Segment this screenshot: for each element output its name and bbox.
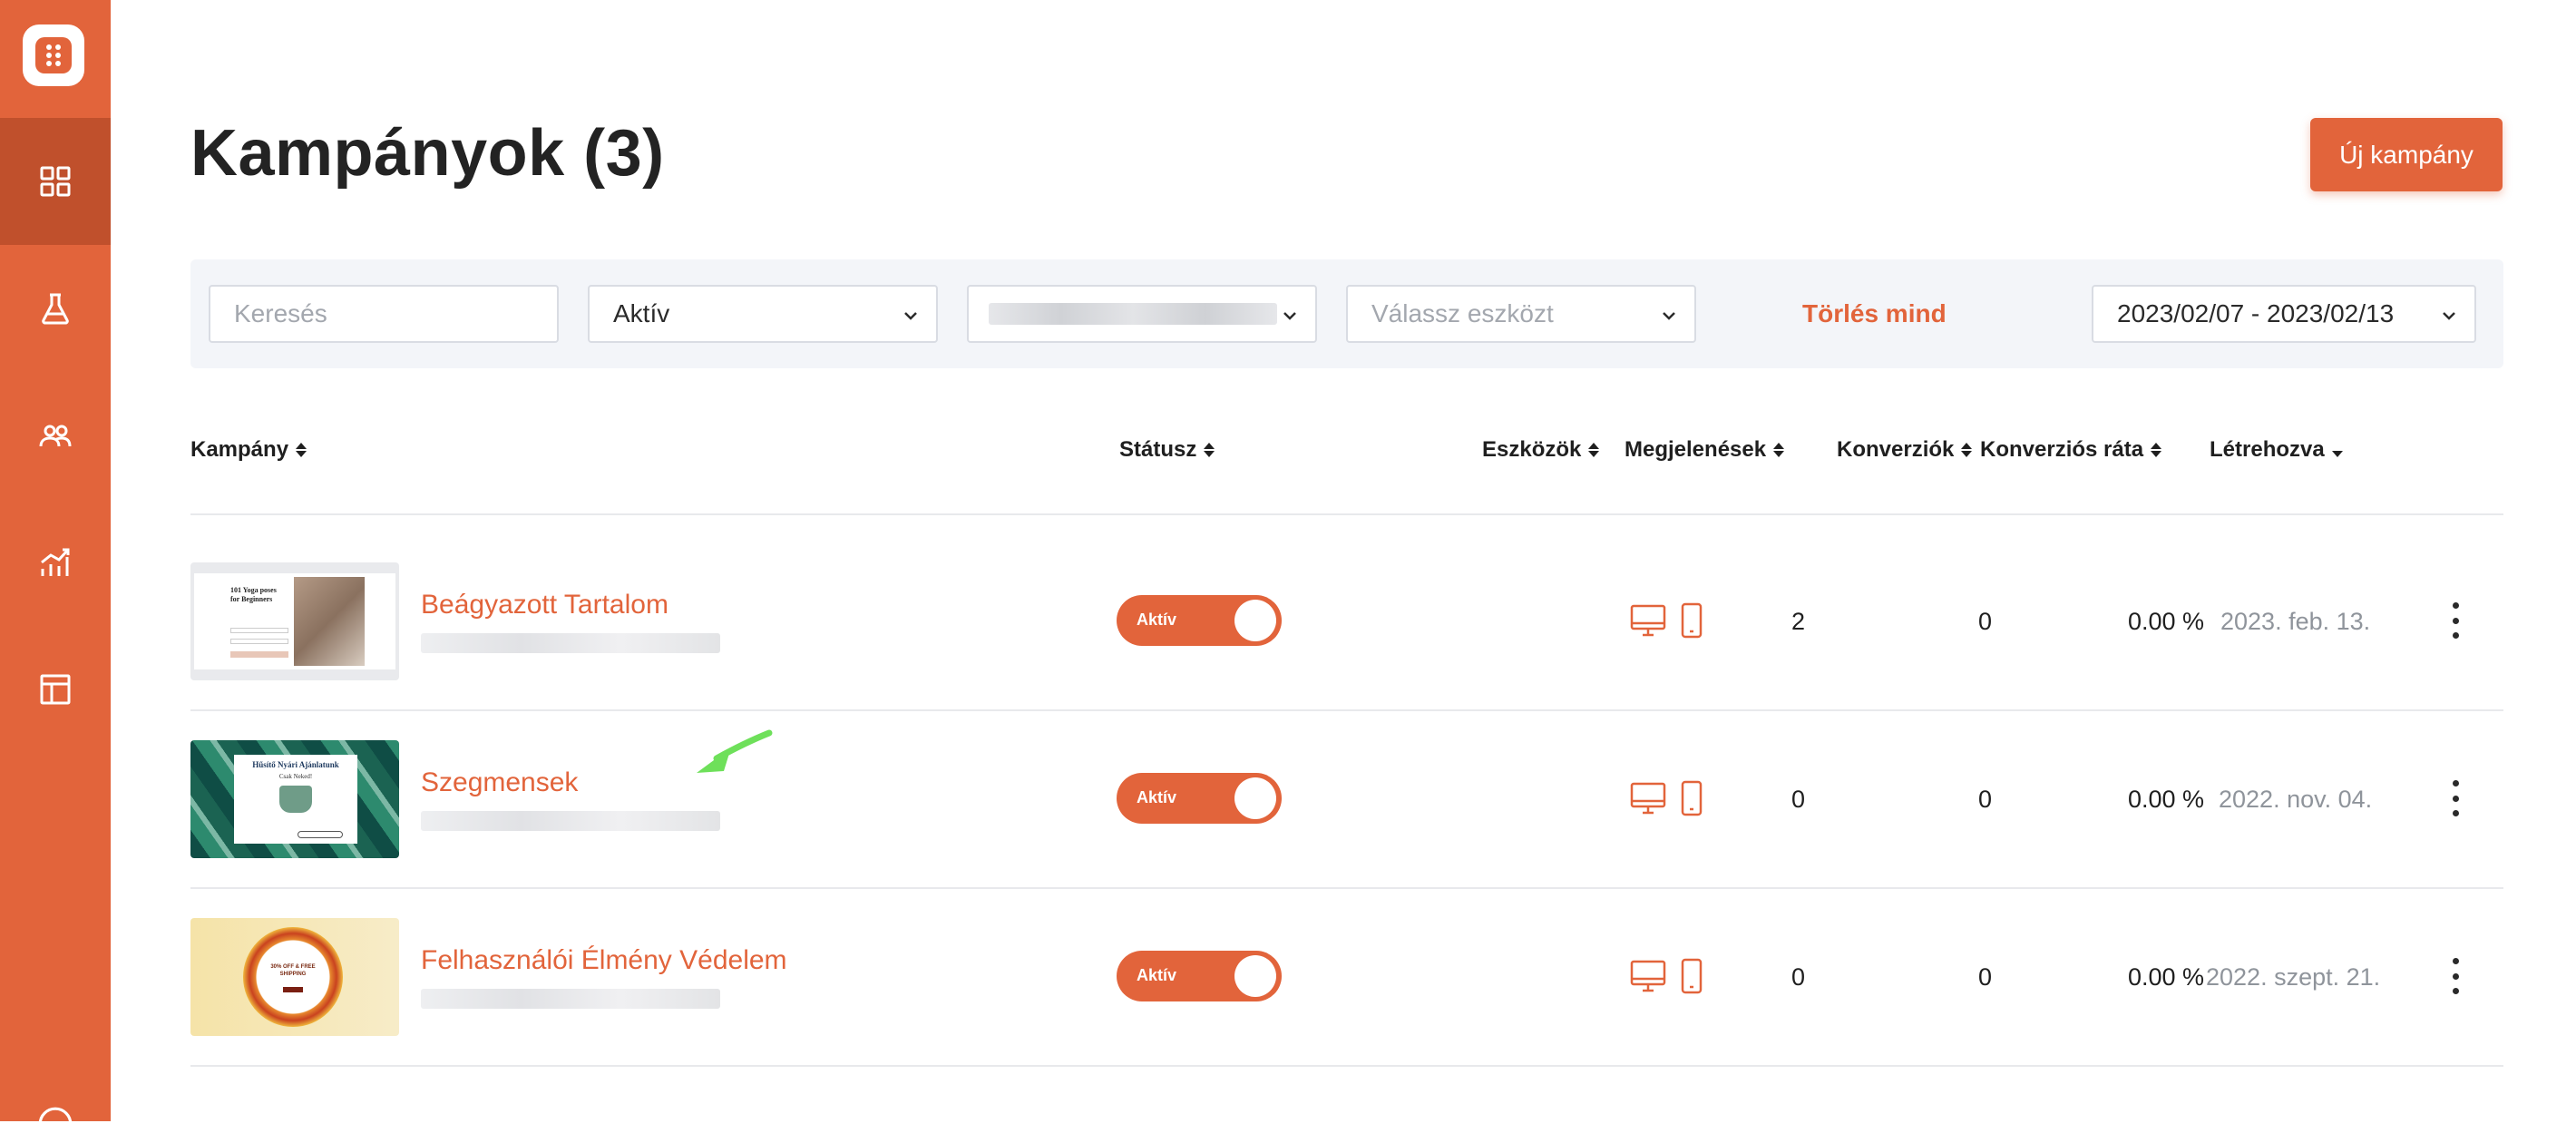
desktop-icon: [1629, 779, 1667, 817]
sidebar-item-dashboard[interactable]: [0, 118, 111, 245]
row-actions-menu-icon[interactable]: [2451, 602, 2460, 639]
app-logo-icon[interactable]: [23, 24, 84, 86]
sidebar-item-users[interactable]: [0, 372, 111, 499]
sidebar-item-experiments[interactable]: [0, 245, 111, 372]
column-conversion-rate[interactable]: Konverziós ráta: [1980, 437, 2161, 463]
column-status[interactable]: Státusz: [1119, 437, 1215, 463]
sort-icon: [1204, 442, 1215, 458]
desktop-icon: [1629, 601, 1667, 640]
campaign-thumbnail[interactable]: 30% OFF & FREE SHIPPING: [190, 918, 399, 1036]
mobile-icon: [1673, 601, 1711, 640]
search-input[interactable]: Keresés: [209, 285, 559, 343]
main-content: Kampányok (3) Új kampány Keresés Aktív V…: [111, 0, 2576, 1121]
conversion-rate-value: 0.00 %: [2059, 608, 2204, 636]
page-title: Kampányok (3): [190, 116, 665, 190]
column-conversions[interactable]: Konverziók: [1837, 437, 1972, 463]
redacted-subtitle: [421, 989, 720, 1009]
campaign-thumbnail[interactable]: 101 Yoga poses for Beginners: [190, 562, 399, 680]
status-toggle[interactable]: Aktív: [1117, 951, 1282, 1001]
clear-all-link[interactable]: Törlés mind: [1802, 299, 1947, 328]
sidebar: [0, 0, 111, 1121]
sort-desc-icon: [2332, 442, 2343, 458]
column-impressions[interactable]: Megjelenések: [1625, 437, 1784, 463]
conversions-value: 0: [1937, 963, 1992, 992]
chevron-down-icon: [1281, 307, 1299, 325]
new-campaign-button[interactable]: Új kampány: [2310, 118, 2503, 191]
status-select[interactable]: Aktív: [588, 285, 938, 343]
campaign-name-link[interactable]: Felhasználói Élmény Védelem: [421, 945, 787, 976]
chevron-down-icon: [1660, 307, 1678, 325]
analytics-chart-icon: [37, 544, 73, 581]
status-toggle-label: Aktív: [1137, 966, 1176, 985]
table-row: Hűsítő Nyári Ajánlatunk Csak Neked! Szeg…: [190, 709, 2503, 887]
created-date: 2022. nov. 04.: [2219, 786, 2372, 814]
layout-template-icon: [37, 671, 73, 708]
green-arrow-annotation: [688, 728, 775, 778]
table-row: 30% OFF & FREE SHIPPING Felhasználói Élm…: [190, 887, 2503, 1065]
conversion-rate-value: 0.00 %: [2059, 963, 2204, 992]
status-toggle-label: Aktív: [1137, 788, 1176, 807]
toggle-knob: [1234, 600, 1276, 641]
column-created[interactable]: Létrehozva: [2210, 437, 2343, 463]
mobile-icon: [1673, 957, 1711, 995]
flask-icon: [37, 290, 73, 327]
sort-icon: [2151, 442, 2161, 458]
column-campaign[interactable]: Kampány: [190, 437, 307, 463]
divider: [190, 513, 2503, 515]
date-range-picker[interactable]: 2023/02/07 - 2023/02/13: [2092, 285, 2476, 343]
created-date: 2023. feb. 13.: [2220, 608, 2370, 636]
device-select[interactable]: Válassz eszközt: [1346, 285, 1696, 343]
desktop-icon: [1629, 957, 1667, 995]
status-select-value: Aktív: [613, 299, 669, 328]
status-toggle-label: Aktív: [1137, 611, 1176, 630]
redacted-subtitle: [421, 811, 720, 831]
date-range-value: 2023/02/07 - 2023/02/13: [2117, 299, 2394, 328]
impressions-value: 0: [1751, 963, 1805, 992]
campaign-thumbnail[interactable]: Hűsítő Nyári Ajánlatunk Csak Neked!: [190, 740, 399, 858]
column-devices[interactable]: Eszközök: [1482, 437, 1599, 463]
campaign-name-link[interactable]: Beágyazott Tartalom: [421, 590, 668, 620]
sort-icon: [1588, 442, 1599, 458]
toggle-knob: [1234, 955, 1276, 997]
mobile-icon: [1673, 779, 1711, 817]
filter-bar: Keresés Aktív Válassz eszközt Törlés min…: [190, 259, 2503, 368]
conversions-value: 0: [1937, 786, 1992, 814]
redacted-value: [989, 303, 1277, 325]
sidebar-item-analytics[interactable]: [0, 499, 111, 626]
sidebar-item-templates[interactable]: [0, 626, 111, 753]
row-actions-menu-icon[interactable]: [2451, 780, 2460, 816]
users-icon: [37, 417, 73, 454]
status-toggle[interactable]: Aktív: [1117, 773, 1282, 824]
help-icon[interactable]: [36, 1105, 74, 1143]
chevron-down-icon: [902, 307, 920, 325]
sort-icon: [296, 442, 307, 458]
impressions-value: 2: [1751, 608, 1805, 636]
redacted-subtitle: [421, 633, 720, 653]
toggle-knob: [1234, 777, 1276, 819]
impressions-value: 0: [1751, 786, 1805, 814]
sort-icon: [1961, 442, 1972, 458]
sort-icon: [1773, 442, 1784, 458]
conversions-value: 0: [1937, 608, 1992, 636]
divider: [190, 1065, 2503, 1067]
campaign-name-link[interactable]: Szegmensek: [421, 767, 578, 798]
created-date: 2022. szept. 21.: [2206, 963, 2380, 992]
search-placeholder: Keresés: [234, 299, 327, 328]
table-row: 101 Yoga poses for Beginners Beágyazott …: [190, 532, 2503, 709]
dashboard-grid-icon: [37, 163, 73, 200]
domain-select[interactable]: [967, 285, 1317, 343]
device-select-placeholder: Válassz eszközt: [1371, 299, 1554, 328]
chevron-down-icon: [2440, 307, 2458, 325]
conversion-rate-value: 0.00 %: [2059, 786, 2204, 814]
status-toggle[interactable]: Aktív: [1117, 595, 1282, 646]
row-actions-menu-icon[interactable]: [2451, 958, 2460, 994]
